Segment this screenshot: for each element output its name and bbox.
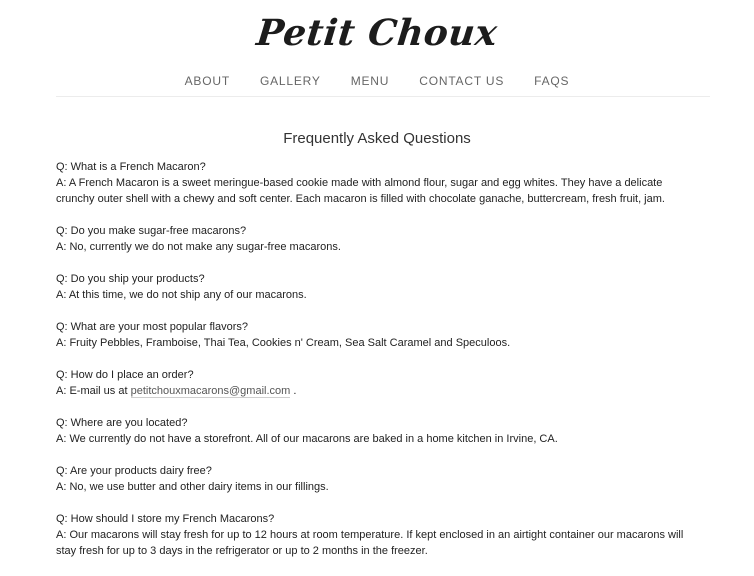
nav-gallery[interactable]: GALLERY [260, 74, 321, 88]
faq-answer: A: At this time, we do not ship any of o… [56, 289, 307, 301]
faq-answer: A: Fruity Pebbles, Framboise, Thai Tea, … [56, 337, 511, 349]
faq-item: Q: What are your most popular flavors? A… [56, 319, 696, 351]
nav-faqs[interactable]: FAQS [534, 74, 569, 88]
faq-answer: A: E-mail us at petitchouxmacarons@gmail… [56, 383, 696, 399]
faq-item: Q: How do I place an order? A: E-mail us… [56, 367, 696, 399]
faq-answer: A: No, currently we do not make any suga… [56, 241, 341, 253]
page-title: Frequently Asked Questions [283, 130, 471, 147]
nav-menu[interactable]: MENU [351, 74, 390, 88]
main-nav: ABOUT GALLERY MENU CONTACT US FAQS [0, 74, 754, 88]
faq-question: Q: Where are you located? [56, 417, 188, 429]
faq-item: Q: Do you ship your products? A: At this… [56, 271, 696, 303]
header-divider [56, 96, 710, 97]
faq-question: Q: Do you ship your products? [56, 273, 205, 285]
faq-list: Q: What is a French Macaron? A: A French… [56, 159, 696, 575]
faq-question: Q: What are your most popular flavors? [56, 321, 248, 333]
site-logo[interactable]: Petit Choux [0, 12, 754, 54]
answer-suffix: . [290, 385, 297, 397]
faq-question: Q: How should I store my French Macarons… [56, 513, 275, 525]
faq-answer: A: A French Macaron is a sweet meringue-… [56, 177, 665, 205]
faq-answer: A: Our macarons will stay fresh for up t… [56, 529, 684, 557]
faq-answer: A: We currently do not have a storefront… [56, 433, 558, 445]
nav-contact-us[interactable]: CONTACT US [419, 74, 504, 88]
faq-item: Q: Do you make sugar-free macarons? A: N… [56, 223, 696, 255]
faq-item: Q: Where are you located? A: We currentl… [56, 415, 696, 447]
faq-question: Q: Are your products dairy free? [56, 465, 212, 477]
faq-item: Q: Are your products dairy free? A: No, … [56, 463, 696, 495]
email-link[interactable]: petitchouxmacarons@gmail.com [130, 385, 291, 398]
faq-question: Q: How do I place an order? [56, 369, 194, 381]
faq-question: Q: Do you make sugar-free macarons? [56, 225, 247, 237]
faq-item: Q: What is a French Macaron? A: A French… [56, 159, 696, 207]
faq-question: Q: What is a French Macaron? [56, 161, 206, 173]
answer-prefix: A: E-mail us at [56, 385, 131, 397]
faq-answer: A: No, we use butter and other dairy ite… [56, 481, 329, 493]
faq-item: Q: How should I store my French Macarons… [56, 511, 696, 559]
nav-about[interactable]: ABOUT [185, 74, 230, 88]
